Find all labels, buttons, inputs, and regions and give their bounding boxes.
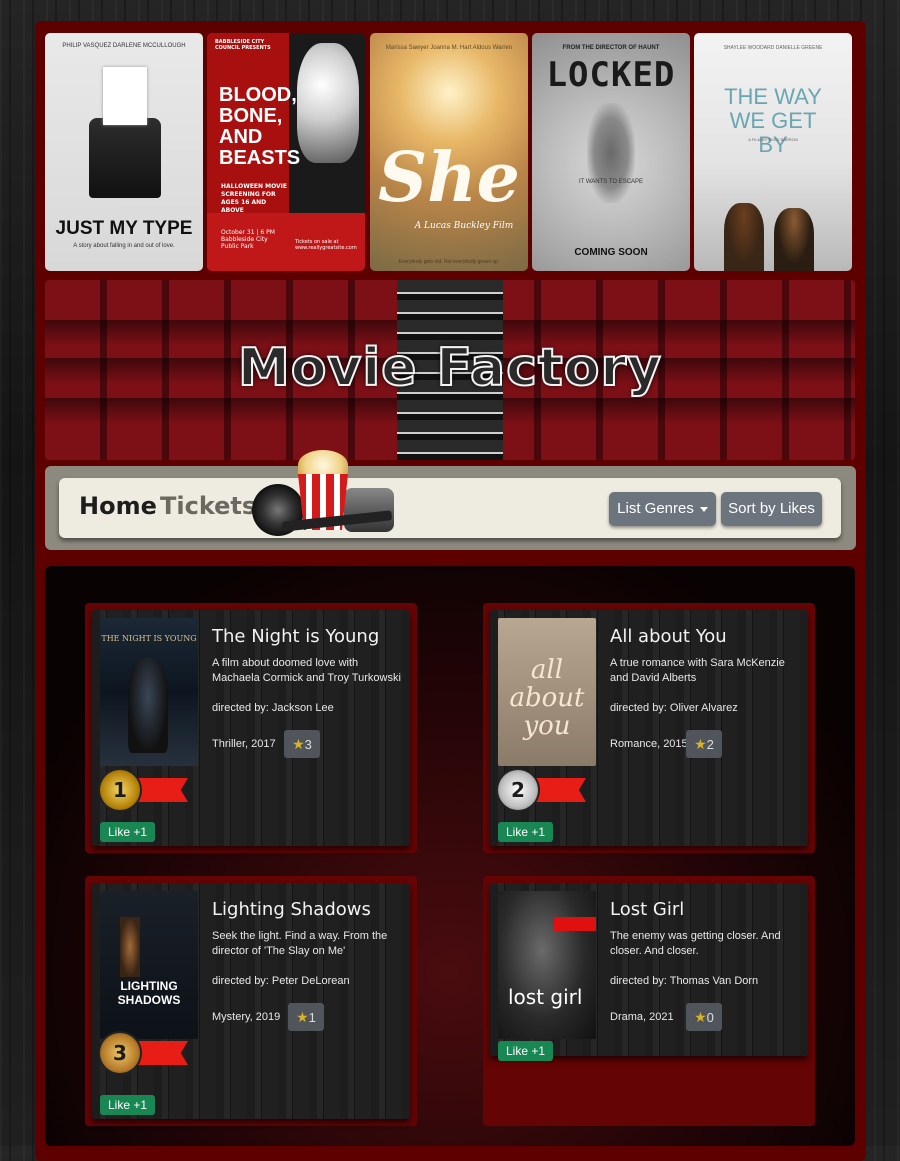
thumb-title: THE NIGHT IS YOUNG — [101, 634, 197, 643]
couple-image — [128, 658, 168, 753]
poster-sub: A FILM BY REED BARRON — [748, 137, 798, 142]
poster-credits: SHAYLEE WOODARD DANIELLE GREENE — [723, 45, 823, 51]
caret-down-icon — [699, 506, 708, 512]
poster-credits: PHILIP VASQUEZ DARLENE MCCULLOUGH — [62, 43, 186, 49]
site-title: Movie Factory — [237, 337, 663, 399]
list-genres-dropdown[interactable]: List Genres — [609, 492, 716, 526]
poster-sub: HALLOWEEN MOVIE SCREENING FOR AGES 16 AN… — [221, 183, 288, 214]
movie-genre-year: Romance, 2015 — [610, 738, 688, 750]
likes-count: 2 — [706, 737, 714, 752]
poster-title: JUST MY TYPE — [55, 218, 193, 239]
movie-director: directed by: Jackson Lee — [212, 702, 334, 714]
movie-card: THE NIGHT IS YOUNG The Night is Young A … — [85, 603, 417, 853]
likes-badge: ★1 — [288, 1003, 324, 1031]
poster-footer: COMING SOON — [574, 247, 648, 258]
red-stripe — [554, 917, 596, 931]
movie-title: The Night is Young — [212, 626, 380, 647]
poster-footer: Everybody gets old. Not everybody grows … — [398, 259, 500, 265]
star-icon: ★ — [694, 736, 707, 752]
movie-director: directed by: Peter DeLorean — [212, 975, 350, 987]
movie-genre-year: Thriller, 2017 — [212, 738, 276, 750]
paper-sheet — [103, 67, 147, 125]
star-icon: ★ — [292, 736, 305, 752]
poster-title: She — [378, 138, 520, 218]
sort-by-likes-button[interactable]: Sort by Likes — [721, 492, 822, 526]
likes-count: 0 — [706, 1010, 714, 1025]
medal-number: 2 — [498, 770, 538, 810]
movie-description: A film about doomed love with Machaela C… — [212, 657, 401, 684]
girl-image — [724, 203, 764, 271]
poster-tickets: Tickets on sale at www.reallygreatsite.c… — [295, 239, 357, 251]
movie-poster-thumb[interactable]: lost girl — [498, 891, 596, 1039]
movie-poster-thumb[interactable]: all about you — [498, 618, 596, 766]
thumb-title: all about you — [509, 655, 585, 741]
movie-card: all about you All about You A true roman… — [483, 603, 815, 853]
likes-count: 1 — [308, 1010, 316, 1025]
poster-presenter: BABBLESIDE CITY COUNCIL PRESENTS — [215, 39, 271, 51]
movie-card: LIGHTING SHADOWS Lighting Shadows Seek t… — [85, 876, 417, 1126]
movie-description: Seek the light. Find a way. From the dir… — [212, 930, 388, 957]
likes-count: 3 — [304, 737, 312, 752]
poster-tagline: A story about falling in and out of love… — [73, 243, 175, 249]
poster-title: LOCKED — [546, 55, 676, 95]
movie-title: All about You — [610, 626, 727, 647]
medal-number: 1 — [100, 770, 140, 810]
poster-credits: FROM THE DIRECTOR OF HAUNT — [562, 45, 660, 51]
typewriter-image — [89, 118, 161, 198]
movie-director: directed by: Thomas Van Dorn — [610, 975, 759, 987]
popcorn-film-logo — [252, 450, 400, 538]
likes-badge: ★2 — [686, 730, 722, 758]
likes-badge: ★3 — [284, 730, 320, 758]
poster-date: October 31 | 6 PM Babbleside City Public… — [221, 229, 275, 250]
likes-badge: ★0 — [686, 1003, 722, 1031]
movie-director: directed by: Oliver Alvarez — [610, 702, 738, 714]
movie-poster-thumb[interactable]: LIGHTING SHADOWS — [100, 891, 198, 1039]
movie-genre-year: Drama, 2021 — [610, 1011, 674, 1023]
movie-description: The enemy was getting closer. And closer… — [610, 930, 781, 957]
rank-medal: 3 — [100, 1033, 188, 1073]
genres-label: List Genres — [617, 500, 694, 517]
skull-image — [297, 43, 359, 163]
like-button[interactable]: Like +1 — [498, 822, 553, 842]
girl-image — [774, 208, 814, 271]
star-icon: ★ — [296, 1009, 309, 1025]
thumb-title: LIGHTING SHADOWS — [117, 979, 181, 1007]
nav-home-link[interactable]: Home — [79, 492, 157, 520]
navbar: Home Tickets List Genres Sort by Likes — [59, 450, 841, 538]
movie-poster-thumb[interactable]: THE NIGHT IS YOUNG — [100, 618, 198, 766]
star-icon: ★ — [694, 1009, 707, 1025]
rank-medal: 1 — [100, 770, 188, 810]
medal-number: 3 — [100, 1033, 140, 1073]
poster-title: BLOOD, BONE, AND BEASTS — [219, 84, 301, 169]
poster-credits: Marissa Sawyer Joanna M. Hart Aldous War… — [385, 45, 513, 51]
like-button[interactable]: Like +1 — [100, 1095, 155, 1115]
poster-title: THE WAY WE GET BY — [724, 84, 822, 157]
movie-description: A true romance with Sara McKenzie and Da… — [610, 657, 785, 684]
thumb-title: lost girl — [508, 985, 583, 1009]
poster-sub: A Lucas Buckley Film — [414, 221, 514, 231]
movie-list: THE NIGHT IS YOUNG The Night is Young A … — [45, 566, 855, 1146]
hero-banner: Movie Factory — [45, 280, 855, 460]
poster-locked[interactable]: FROM THE DIRECTOR OF HAUNT LOCKED IT WAN… — [532, 33, 690, 271]
movie-card: lost girl Lost Girl The enemy was gettin… — [483, 876, 815, 1126]
movie-title: Lighting Shadows — [212, 899, 371, 920]
poster-just-my-type[interactable]: PHILIP VASQUEZ DARLENE MCCULLOUGH JUST M… — [45, 33, 203, 271]
poster-blood-bone-beasts[interactable]: BABBLESIDE CITY COUNCIL PRESENTS BLOOD, … — [207, 33, 365, 271]
poster-sub: IT WANTS TO ESCAPE — [578, 179, 644, 185]
movie-title: Lost Girl — [610, 899, 685, 920]
hand-image — [587, 103, 635, 203]
poster-the-way-we-get-by[interactable]: SHAYLEE WOODARD DANIELLE GREENE THE WAY … — [694, 33, 852, 271]
like-button[interactable]: Like +1 — [100, 822, 155, 842]
movie-genre-year: Mystery, 2019 — [212, 1011, 281, 1023]
rank-medal: 2 — [498, 770, 586, 810]
figure-image — [120, 917, 140, 977]
nav-tickets-link[interactable]: Tickets — [160, 492, 256, 520]
like-button[interactable]: Like +1 — [498, 1041, 553, 1061]
poster-she[interactable]: Marissa Sawyer Joanna M. Hart Aldous War… — [370, 33, 528, 271]
